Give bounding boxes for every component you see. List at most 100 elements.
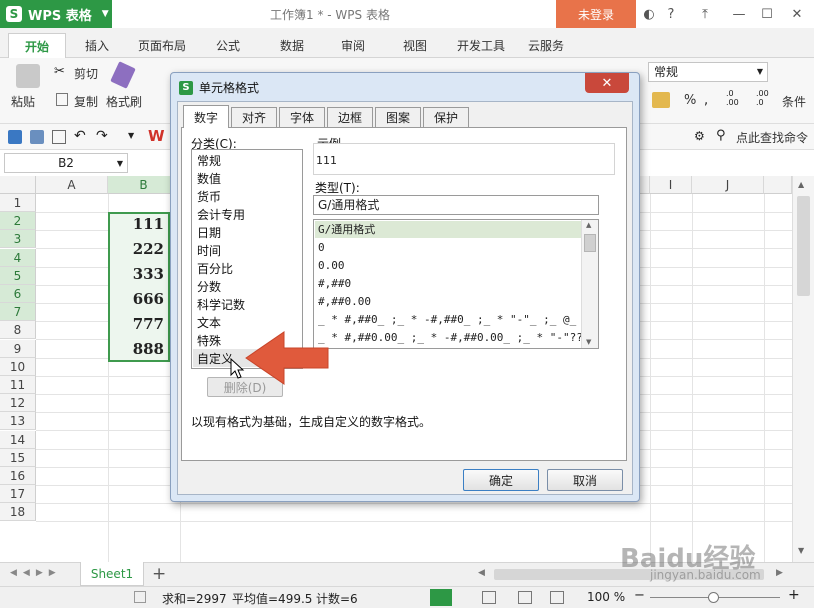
chevron-down-icon[interactable]: ▼ [128, 131, 134, 140]
scroll-down-icon[interactable]: ▼ [586, 338, 591, 346]
sheet-nav-icons[interactable]: ◀◀▶▶ [10, 568, 62, 578]
login-button[interactable]: 未登录 [556, 0, 636, 28]
wps-writer-icon[interactable]: W [148, 127, 165, 145]
row-header[interactable]: 6 [0, 285, 36, 303]
comma-style-icon[interactable]: , [704, 93, 708, 108]
page-layout-view-icon[interactable] [482, 591, 496, 604]
vertical-scrollbar[interactable]: ▲ ▼ [792, 176, 814, 562]
hscroll-right-icon[interactable]: ▶ [776, 568, 783, 578]
category-item[interactable]: 特殊 [197, 332, 221, 350]
row-header[interactable]: 14 [0, 431, 36, 449]
currency-icon[interactable] [652, 92, 670, 108]
scissors-icon[interactable]: ✂ [54, 64, 65, 79]
page-break-view-icon[interactable] [518, 591, 532, 604]
category-item[interactable]: 文本 [197, 314, 221, 332]
tab-data[interactable]: 数据 [280, 37, 304, 54]
format-code-item[interactable]: G/通用格式 [318, 221, 375, 239]
paste-icon[interactable] [16, 64, 40, 88]
redo-icon[interactable]: ↷ [96, 128, 108, 144]
row-header[interactable]: 16 [0, 467, 36, 485]
category-item[interactable]: 百分比 [197, 260, 233, 278]
type-input[interactable]: G/通用格式 [313, 195, 599, 215]
row-header[interactable]: 4 [0, 249, 36, 267]
format-code-item[interactable]: #,##0.00 [318, 293, 371, 311]
row-header[interactable]: 5 [0, 267, 36, 285]
reading-mode-icon[interactable] [550, 591, 564, 604]
skin-icon[interactable]: ◐ [638, 4, 660, 24]
cell-b6[interactable]: 777 [108, 315, 168, 333]
add-sheet-icon[interactable]: + [152, 564, 166, 584]
zoom-slider-handle[interactable] [708, 592, 719, 603]
maximize-icon[interactable]: ☐ [756, 4, 778, 24]
format-code-item[interactable]: 0.00 [318, 257, 345, 275]
close-icon[interactable]: ✕ [786, 4, 808, 24]
minimize-icon[interactable]: — [728, 4, 750, 24]
tab-review[interactable]: 审阅 [341, 37, 365, 54]
tab-alignment[interactable]: 对齐 [231, 107, 277, 127]
tab-border[interactable]: 边框 [327, 107, 373, 127]
zoom-out-icon[interactable]: − [634, 588, 645, 603]
category-item[interactable]: 会计专用 [197, 206, 245, 224]
copy-button[interactable]: 复制 [74, 93, 98, 110]
tab-formulas[interactable]: 公式 [216, 37, 240, 54]
print-preview-icon[interactable] [52, 130, 66, 144]
tab-protection[interactable]: 保护 [423, 107, 469, 127]
row-header[interactable]: 17 [0, 485, 36, 503]
cell-b3[interactable]: 222 [108, 240, 168, 258]
row-header[interactable]: 1 [0, 194, 36, 212]
column-header-a[interactable]: A [36, 176, 108, 194]
column-header-j[interactable]: J [692, 176, 764, 194]
pin-icon[interactable]: ⤒ [694, 4, 716, 24]
row-header[interactable]: 9 [0, 340, 36, 358]
format-list-scrollbar[interactable]: ▲ ▼ [581, 220, 598, 348]
zoom-in-icon[interactable]: + [788, 587, 800, 603]
row-header[interactable]: 10 [0, 358, 36, 376]
row-header[interactable]: 13 [0, 412, 36, 430]
row-header[interactable]: 8 [0, 321, 36, 339]
format-code-item[interactable]: 0 [318, 239, 325, 257]
save-icon[interactable] [8, 130, 22, 144]
tab-home[interactable]: 开始 [8, 33, 66, 58]
scroll-up-icon[interactable]: ▲ [798, 180, 804, 189]
row-header[interactable]: 3 [0, 230, 36, 248]
undo-icon[interactable]: ↶ [74, 128, 86, 144]
tab-insert[interactable]: 插入 [85, 37, 109, 54]
format-code-item[interactable]: _ * #,##0_ ;_ * -#,##0_ ;_ * "-"_ ;_ @_ [318, 311, 576, 329]
hscroll-left-icon[interactable]: ◀ [478, 568, 485, 578]
tab-number[interactable]: 数字 [183, 105, 229, 128]
scroll-up-icon[interactable]: ▲ [586, 221, 591, 229]
row-header[interactable]: 15 [0, 449, 36, 467]
dialog-titlebar[interactable]: S 单元格格式 [179, 79, 259, 96]
cut-button[interactable]: 剪切 [74, 65, 98, 82]
print-icon[interactable] [30, 130, 44, 144]
category-item[interactable]: 分数 [197, 278, 221, 296]
copy-icon[interactable] [56, 93, 68, 106]
category-item[interactable]: 自定义 [197, 350, 233, 368]
row-header[interactable]: 18 [0, 503, 36, 521]
app-menu-button[interactable]: S WPS 表格 ▼ [0, 0, 112, 28]
category-item[interactable]: 数值 [197, 170, 221, 188]
category-item[interactable]: 时间 [197, 242, 221, 260]
category-item[interactable]: 科学记数 [197, 296, 245, 314]
row-header[interactable]: 12 [0, 394, 36, 412]
tab-pattern[interactable]: 图案 [375, 107, 421, 127]
format-code-list[interactable]: G/通用格式 0 0.00 #,##0 #,##0.00 _ * #,##0_ ;_ * … [313, 219, 599, 349]
row-header[interactable]: 11 [0, 376, 36, 394]
format-code-item[interactable]: _ * #,##0.00_ ;_ * -#,##0.00_ ;_ * "-"??… [318, 329, 590, 347]
tab-view[interactable]: 视图 [403, 37, 427, 54]
cell-b2[interactable]: 111 [108, 215, 168, 233]
format-painter-button[interactable]: 格式刷 [106, 93, 142, 110]
tab-page-layout[interactable]: 页面布局 [138, 37, 186, 54]
sheet-tab-sheet1[interactable]: Sheet1 [80, 562, 144, 586]
cell-b7[interactable]: 888 [108, 340, 168, 358]
cancel-button[interactable]: 取消 [547, 469, 623, 491]
normal-view-icon[interactable] [430, 589, 452, 606]
column-header-k[interactable] [764, 176, 792, 194]
row-header[interactable]: 2 [0, 212, 36, 230]
percent-button[interactable]: % [684, 93, 696, 108]
tab-font[interactable]: 字体 [279, 107, 325, 127]
increase-decimal-icon[interactable]: .0.00 [726, 89, 739, 107]
ok-button[interactable]: 确定 [463, 469, 539, 491]
find-command-search[interactable]: 点此查找命令 [736, 129, 808, 146]
decrease-decimal-icon[interactable]: .00.0 [756, 89, 769, 107]
